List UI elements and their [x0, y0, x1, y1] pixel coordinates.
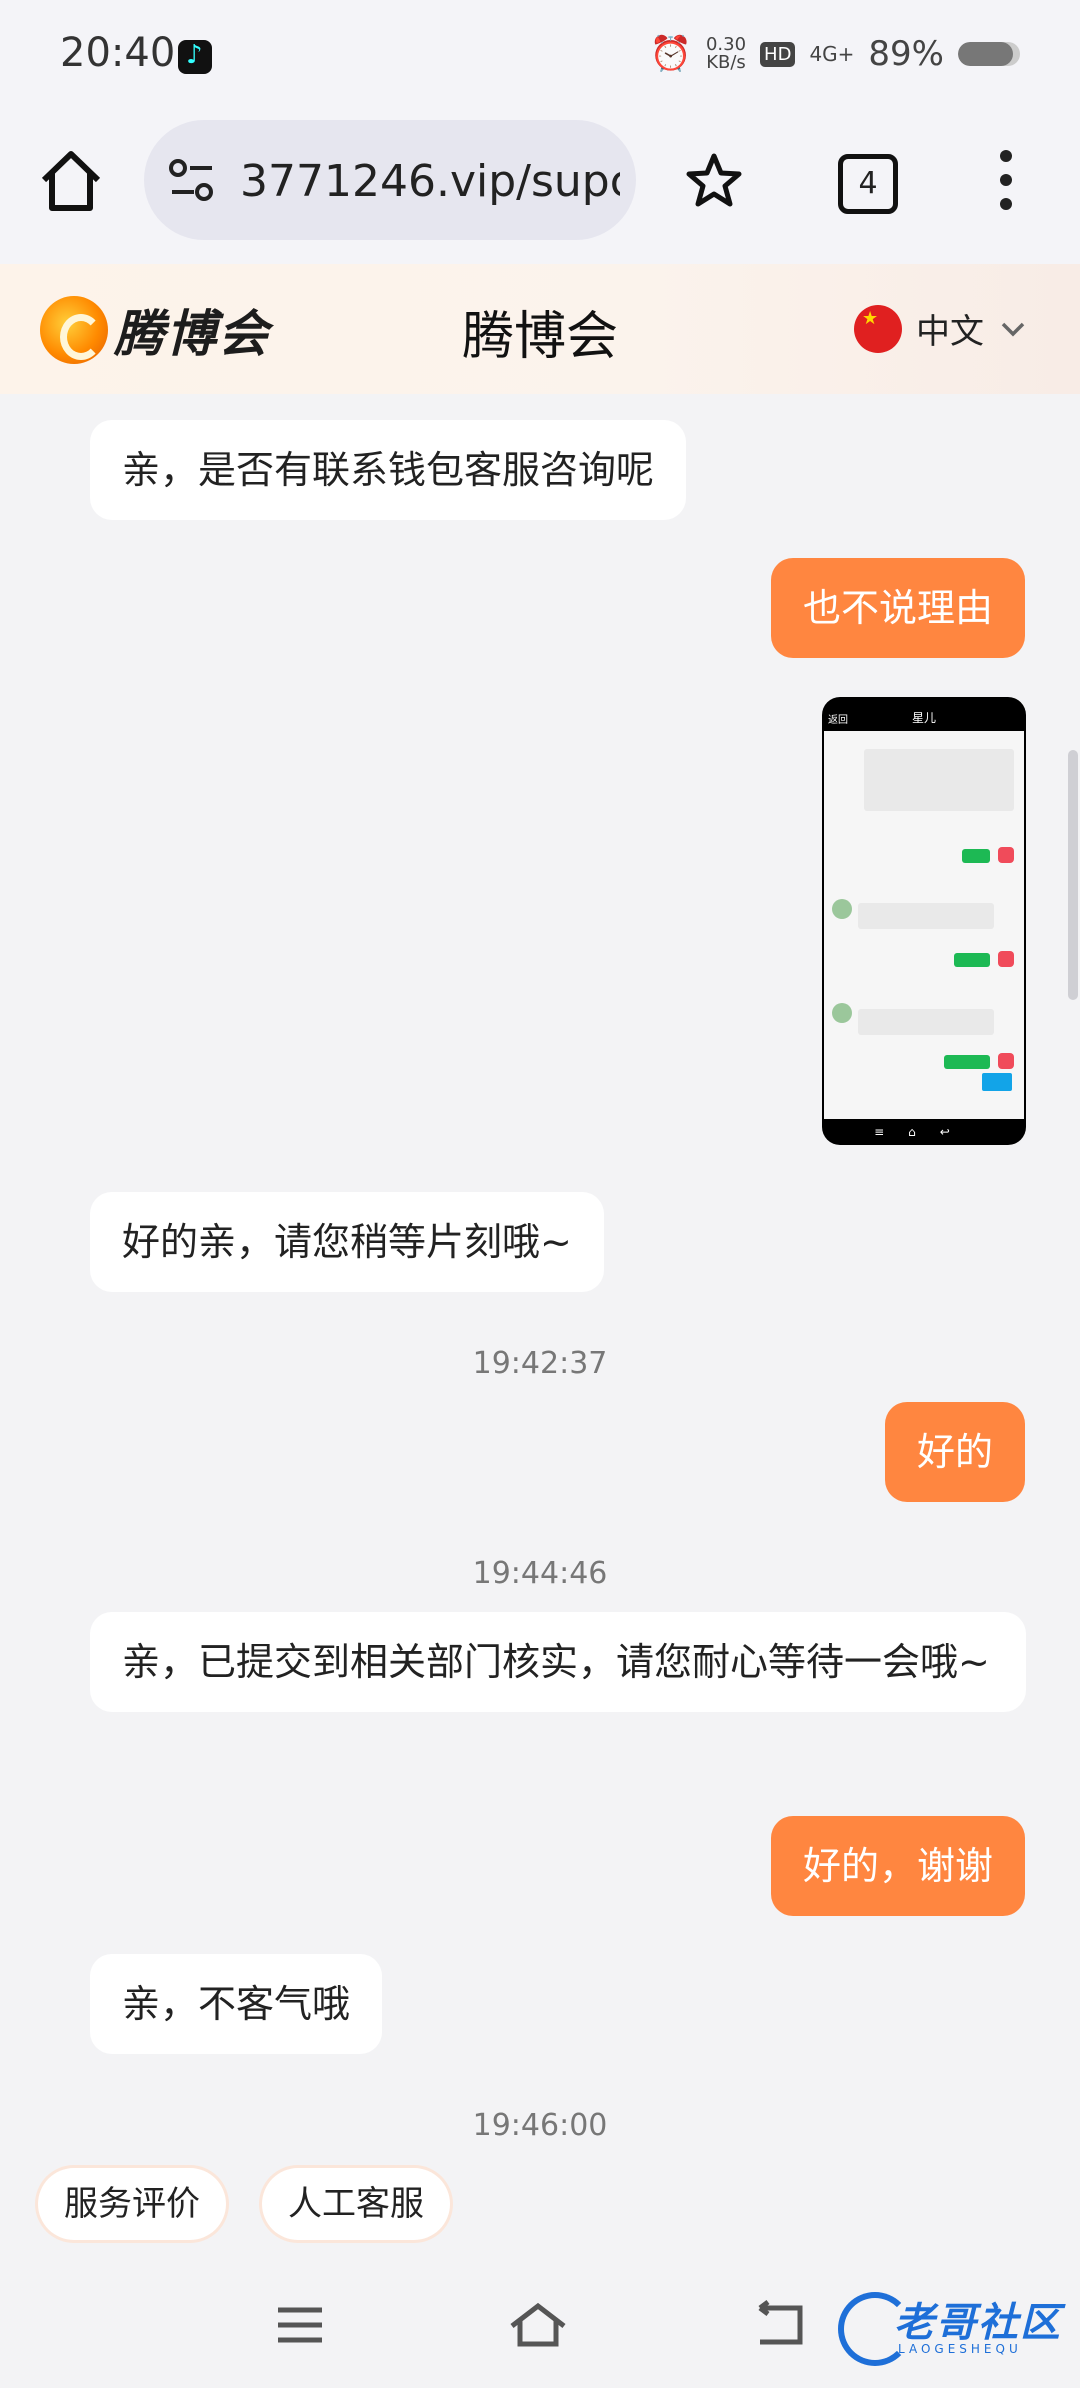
status-icons: ⏰ 0.30 KB/s HD 4G+ 89% — [650, 34, 1020, 74]
watermark-subtitle: LAOGESHEQU — [898, 2342, 1022, 2356]
hd-badge: HD — [760, 41, 796, 67]
human-agent-button[interactable]: 人工客服 — [262, 2168, 450, 2240]
more-menu-icon[interactable] — [996, 150, 1016, 220]
battery-icon — [958, 42, 1020, 66]
message-bubble: 也不说理由 — [770, 558, 1025, 658]
image-title: 星儿 — [911, 711, 936, 725]
nav-home-icon[interactable] — [508, 2300, 568, 2350]
url-text[interactable]: 3771246.vip/supcs — [240, 156, 620, 207]
message-bubble: 亲，已提交到相关部门核实，请您耐心等待一会哦~ — [90, 1612, 1026, 1712]
brand-logo[interactable]: 腾博会 — [40, 294, 270, 366]
browser-toolbar: 3771246.vip/supcs 4 — [0, 110, 1080, 264]
image-send-button — [982, 1073, 1012, 1091]
status-bar: 20:40 ⏰ 0.30 KB/s HD 4G+ 89% — [0, 0, 1080, 110]
watermark-title: 老哥社区 — [894, 2300, 1062, 2346]
app-header: 腾博会 腾博会 中文 — [0, 264, 1080, 394]
language-label: 中文 — [916, 312, 984, 352]
tab-switcher-button[interactable]: 4 — [838, 154, 898, 214]
message-bubble: 亲，是否有联系钱包客服咨询呢 — [90, 420, 687, 520]
battery-percent: 89% — [868, 34, 944, 74]
message-bubble: 亲，不客气哦 — [90, 1954, 383, 2054]
home-icon[interactable] — [36, 146, 106, 216]
image-message[interactable]: 返回 星儿 ≡⌂↩ — [822, 697, 1026, 1145]
network-speed-unit: KB/s — [706, 52, 746, 73]
signal-4g-icon: 4G+ — [809, 42, 855, 66]
logo-text: 腾博会 — [114, 305, 270, 363]
message-bubble: 好的，谢谢 — [770, 1816, 1025, 1916]
message-bubble: 好的亲，请您稍等片刻哦~ — [90, 1192, 604, 1292]
network-speed: 0.30 KB/s — [706, 36, 746, 72]
china-flag-icon — [854, 304, 902, 353]
site-settings-icon[interactable] — [168, 158, 216, 202]
message-timestamp: 19:46:00 — [472, 2108, 608, 2143]
scrollbar[interactable] — [1068, 750, 1078, 1000]
watermark-logo: 老哥社区 LAOGESHEQU — [834, 2284, 1066, 2366]
url-bar[interactable]: 3771246.vip/supcs — [144, 120, 636, 240]
recent-apps-icon[interactable] — [270, 2300, 330, 2350]
nav-back-icon[interactable] — [752, 2300, 812, 2350]
image-header: 返回 星儿 — [822, 697, 1026, 731]
message-timestamp: 19:42:37 — [472, 1346, 608, 1381]
message-bubble: 好的 — [884, 1402, 1025, 1502]
bookmark-star-icon[interactable] — [684, 150, 744, 210]
chevron-down-icon — [1001, 322, 1025, 336]
system-nav-bar: 老哥社区 LAOGESHEQU — [0, 2258, 1080, 2388]
message-timestamp: 19:44:46 — [472, 1556, 608, 1591]
logo-mark-icon — [40, 296, 108, 364]
tiktok-icon — [178, 40, 212, 74]
image-nav-bar: ≡⌂↩ — [874, 1125, 974, 1139]
status-time: 20:40 — [60, 30, 176, 76]
image-chat-body — [824, 731, 1024, 1119]
alarm-icon: ⏰ — [649, 34, 692, 74]
rate-service-button[interactable]: 服务评价 — [38, 2168, 226, 2240]
language-selector[interactable]: 中文 — [854, 304, 1028, 353]
